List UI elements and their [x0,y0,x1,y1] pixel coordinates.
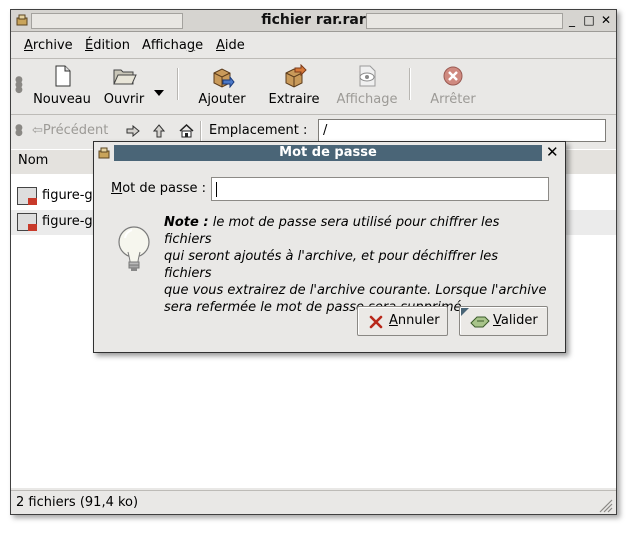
menu-edition-mnemonic: É [85,38,94,53]
text-caret [216,182,217,197]
toolbar-separator [177,68,178,100]
statusbar: 2 fichiers (91,4 ko) [11,490,616,515]
ouvrir-dropdown-arrow-icon[interactable] [154,90,164,96]
menu-edition[interactable]: Édition [85,38,130,53]
apply-hand-icon [470,316,490,328]
precedent-label: Précédent [42,123,109,138]
lightbulb-icon [118,226,150,271]
menubar: Archive Édition Affichage Aide [11,32,616,58]
password-dialog: Mot de passe ✕ Mot de passe : Note : le … [93,141,566,353]
menu-affichage[interactable]: Affichage [142,38,203,53]
affichage-button[interactable]: Affichage [333,60,401,112]
dialog-titlebar[interactable]: Mot de passe [114,145,542,161]
menu-aide-label: ide [224,38,245,53]
password-note: Note : le mot de passe sera utilisé pour… [164,214,549,316]
file-name: figure-ga [42,188,101,203]
toolbar-grip-icon[interactable]: ● ● ● [15,76,23,95]
menu-aide[interactable]: Aide [216,38,245,53]
affichage-label: Affichage [336,92,398,107]
maximize-button[interactable]: □ [582,13,596,27]
extraire-button[interactable]: Extraire [263,60,325,112]
add-to-archive-icon [213,68,235,88]
resize-grip-icon[interactable] [597,497,613,513]
ajouter-button[interactable]: Ajouter [191,60,253,112]
stop-icon [443,66,463,86]
note-line-1: le mot de passe sera utilisé pour chiffr… [164,215,500,247]
nouveau-button[interactable]: Nouveau [29,60,95,112]
ok-label-text: alider [500,313,538,328]
locbar-grip-icon[interactable]: ● ● [15,124,23,138]
location-input[interactable]: / [318,119,606,142]
menu-affichage-label-a: Afficha [142,38,187,53]
menu-archive-mnemonic: A [24,38,33,53]
location-label: Emplacement : [209,123,308,138]
open-folder-icon [113,69,137,85]
back-arrow-icon: ⇦ [32,123,43,138]
up-arrow-icon[interactable] [153,124,165,138]
cancel-x-icon [369,315,383,329]
arreter-label: Arrêter [430,92,476,107]
cancel-label: Annuler [389,313,440,328]
cancel-button[interactable]: Annuler [357,306,448,336]
menu-archive-label: rchive [32,38,73,53]
menu-affichage-label-b: e [195,38,204,53]
new-document-icon [55,65,71,87]
view-file-icon [359,65,376,87]
locbar-separator [200,121,201,141]
note-title: Note : [164,215,209,230]
forward-arrow-icon[interactable] [126,125,140,137]
note-line-3: que vous extrairez de l'archive courante… [164,283,547,298]
toolbar: ● ● ● Nouveau Ouvrir Ajouter Extraire Af… [11,58,616,114]
ok-label: Valider [493,313,538,328]
ok-mnemonic: V [493,313,501,328]
file-badge [28,224,37,231]
extract-archive-icon [285,64,307,88]
menu-affichage-mnemonic: g [186,38,196,53]
window-title: fichier rar.rar [261,12,366,28]
file-badge [28,198,37,205]
column-name-header[interactable]: Nom [18,153,48,168]
note-line-2: qui seront ajoutés à l'archive, et pour … [164,249,499,281]
image-file-icon [17,187,37,205]
home-icon[interactable] [179,123,194,138]
dialog-close-button[interactable]: ✕ [546,143,559,161]
password-label: Mot de passe : [111,181,206,196]
ouvrir-button[interactable]: Ouvrir [99,60,149,112]
file-name: figure-ga [42,214,101,229]
dialog-app-icon [98,147,110,159]
extraire-label: Extraire [268,92,320,107]
default-button-corner [461,308,469,316]
ok-button[interactable]: Valider [459,306,548,336]
ouvrir-label: Ouvrir [103,92,145,107]
window-titlebar[interactable]: fichier rar.rar _ □ ✕ [11,10,616,32]
nouveau-label: Nouveau [33,92,91,107]
cancel-label-text: nnuler [397,313,440,328]
status-text: 2 fichiers (91,4 ko) [16,495,139,510]
menu-edition-label: dition [93,38,130,53]
toolbar-separator-2 [409,68,410,100]
arreter-button[interactable]: Arrêter [423,60,483,112]
dialog-title: Mot de passe [279,145,377,160]
ajouter-label: Ajouter [198,92,246,107]
close-button[interactable]: ✕ [599,13,613,27]
password-input[interactable] [211,177,549,201]
menu-archive[interactable]: Archive [24,38,73,53]
image-file-icon [17,213,37,231]
menu-aide-mnemonic: A [216,38,225,53]
password-label-mnemonic: M [111,181,123,196]
cancel-mnemonic: A [389,313,398,328]
password-label-text: ot de passe : [122,181,207,196]
precedent-button[interactable]: ⇦Précédent [32,123,108,138]
minimize-button[interactable]: _ [565,13,579,27]
